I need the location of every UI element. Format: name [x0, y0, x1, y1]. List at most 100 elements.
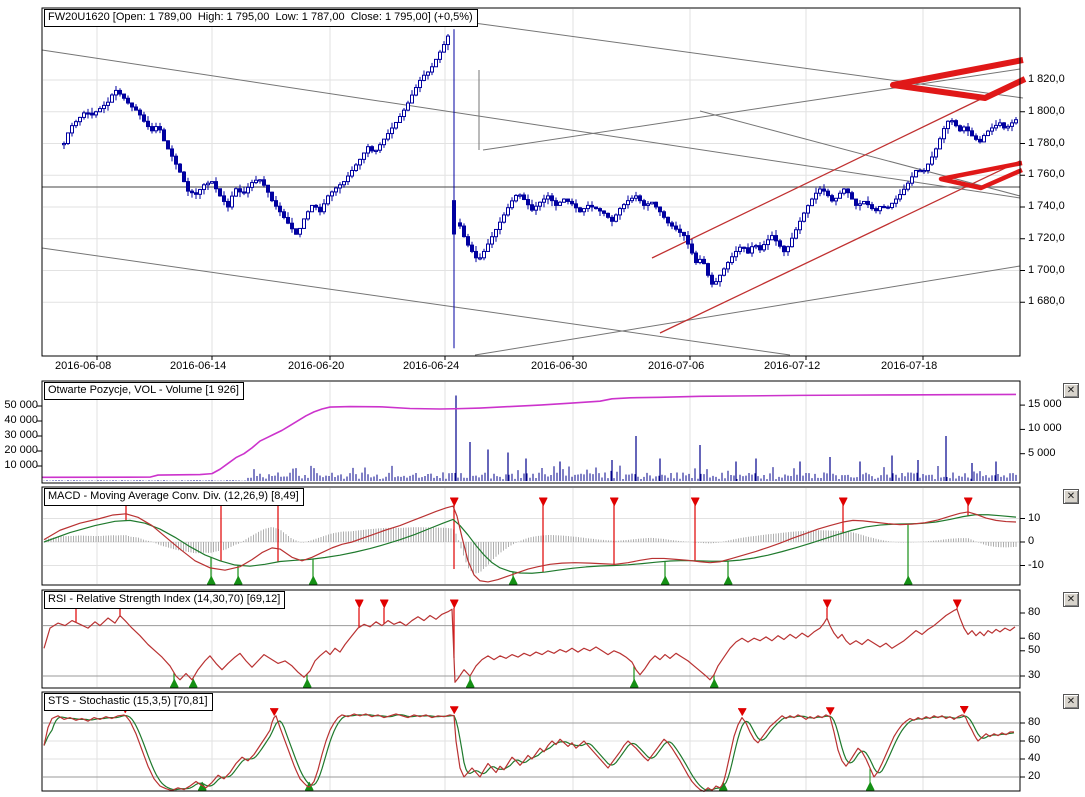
- date-label: 2016-06-14: [170, 360, 227, 372]
- candle-body: [702, 258, 706, 265]
- candle-body: [414, 87, 418, 96]
- candle-body: [158, 126, 162, 131]
- rsi-axis-label: 50: [1028, 643, 1041, 656]
- vol-right-axis-label: 10 000: [1028, 422, 1062, 435]
- candle-body: [790, 237, 794, 248]
- candle-body: [106, 101, 110, 106]
- candle-body: [678, 228, 682, 233]
- red-trendline: [651, 96, 986, 259]
- date-label: 2016-06-24: [403, 360, 460, 372]
- candle-body: [190, 190, 194, 194]
- date-label: 2016-06-30: [531, 360, 588, 372]
- candle-body: [186, 181, 190, 192]
- candle-body: [566, 198, 570, 202]
- buy-marker-icon: [866, 781, 875, 791]
- candle-body: [246, 186, 250, 194]
- candle-body: [394, 121, 398, 129]
- sell-marker-icon: [450, 706, 459, 715]
- vol-left-axis-label: 30 000: [4, 429, 38, 441]
- candle-body: [730, 256, 734, 264]
- candle-body: [422, 74, 426, 81]
- sell-marker-icon: [610, 497, 619, 507]
- candle-body: [590, 204, 594, 208]
- rsi-line: [43, 608, 1016, 683]
- candle-body: [466, 236, 470, 246]
- candle-body: [694, 252, 698, 264]
- candle-body: [334, 187, 338, 193]
- candle-body: [690, 243, 694, 254]
- candle-body: [770, 235, 774, 241]
- candle-body: [618, 208, 622, 216]
- candle-body: [474, 250, 478, 259]
- candle-body: [1014, 119, 1018, 124]
- candle-body: [754, 245, 758, 248]
- buy-marker-icon: [207, 575, 216, 585]
- rsi-panel-close-button[interactable]: ✕: [1063, 592, 1079, 607]
- candle-body: [834, 197, 838, 202]
- candle-body: [698, 258, 702, 264]
- close-icon: ✕: [1066, 491, 1076, 502]
- macd-panel-close-button[interactable]: ✕: [1063, 489, 1079, 504]
- gray-trendline: [474, 265, 1021, 356]
- open-interest-line: [41, 393, 1017, 479]
- candle-body: [78, 116, 82, 123]
- candle-body: [674, 225, 678, 230]
- candle-body: [82, 112, 86, 118]
- volume-panel-title: Otwarte Pozycje, VOL - Volume [1 926]: [44, 382, 244, 400]
- price-axis-label: 1 740,0: [1028, 200, 1065, 212]
- candle-body: [166, 140, 170, 150]
- close-icon: ✕: [1066, 696, 1076, 707]
- candle-body: [598, 208, 602, 212]
- pennant-annotation: [890, 57, 1027, 101]
- candle-body: [874, 208, 878, 212]
- buy-marker-icon: [710, 678, 719, 688]
- volume-panel-close-button[interactable]: ✕: [1063, 383, 1079, 398]
- candle-body: [586, 204, 590, 210]
- candle-body: [1010, 122, 1014, 127]
- buy-marker-icon: [303, 678, 312, 688]
- candle-body: [430, 66, 434, 73]
- rsi-panel-title: RSI - Relative Strength Index (14,30,70)…: [44, 591, 286, 609]
- candle-body: [898, 194, 902, 200]
- candle-body: [206, 182, 210, 186]
- candle-body: [910, 176, 914, 184]
- sts-axis-label: 40: [1028, 752, 1041, 764]
- sell-marker-icon: [953, 599, 962, 609]
- candle-body: [958, 125, 962, 132]
- buy-marker-icon: [234, 575, 243, 585]
- candle-body: [778, 240, 782, 247]
- candle-body: [406, 102, 410, 111]
- candle-body: [442, 44, 446, 53]
- candle-body: [270, 191, 274, 202]
- candle-body: [562, 198, 566, 203]
- price-axis-label: 1 700,0: [1028, 263, 1065, 276]
- date-label: 2016-06-20: [288, 360, 345, 372]
- candle-body: [514, 194, 518, 202]
- rsi-axis-label: 80: [1028, 606, 1041, 618]
- candle-body: [402, 109, 406, 118]
- candle-body: [418, 79, 422, 89]
- candle-body: [726, 262, 730, 270]
- candle-body: [86, 112, 90, 115]
- buy-marker-icon: [170, 678, 179, 688]
- candle-body: [294, 228, 298, 235]
- candle-body: [610, 216, 614, 222]
- candle-body: [122, 93, 126, 99]
- candle-body: [550, 195, 554, 202]
- candle-body: [722, 268, 726, 276]
- candle-body: [262, 179, 266, 186]
- candle-body: [918, 169, 922, 173]
- candle-body: [426, 71, 430, 76]
- candle-body: [666, 216, 670, 224]
- date-label: 2016-07-18: [881, 360, 938, 372]
- candle-body: [302, 218, 306, 229]
- sell-marker-icon: [355, 599, 364, 609]
- candle-body: [198, 189, 202, 195]
- candle-body: [594, 206, 598, 210]
- sts-panel-close-button[interactable]: ✕: [1063, 694, 1079, 709]
- price-axis-label: 1 800,0: [1028, 104, 1065, 117]
- candle-body: [966, 126, 970, 132]
- sell-marker-icon: [691, 497, 700, 507]
- candle-body: [986, 130, 990, 137]
- candle-body: [686, 235, 690, 245]
